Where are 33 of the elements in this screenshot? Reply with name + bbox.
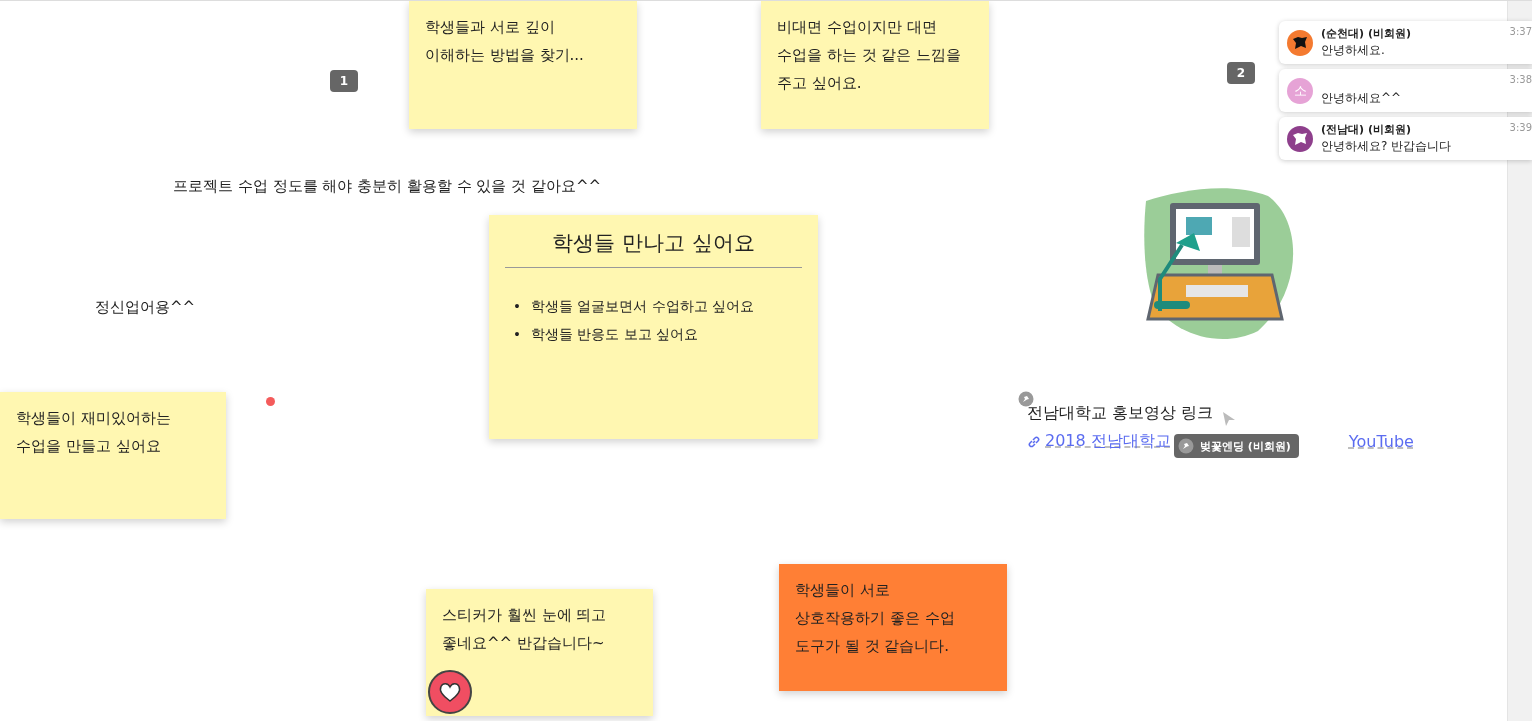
section-number: 2 xyxy=(1227,62,1255,84)
canvas-text: 프로젝트 수업 정도를 해야 충분히 활용할 수 있을 것 같아요^^ xyxy=(173,177,602,196)
link-icon xyxy=(1027,434,1041,449)
sticky-note[interactable]: 학생들이 재미있어하는 수업을 만들고 싶어요 xyxy=(0,392,226,519)
pin-icon xyxy=(1018,391,1034,407)
sticky-note[interactable]: 스티커가 훨씬 눈에 띄고 좋네요^^ 반갑습니다~ xyxy=(426,589,653,716)
message-time: 3:37 xyxy=(1509,26,1532,37)
sender-name: (전남대) (비회원) xyxy=(1321,122,1411,136)
sticky-note[interactable]: 학생들과 서로 깊이 이해하는 방법을 찾기... xyxy=(409,1,637,129)
message-time: 3:39 xyxy=(1509,122,1532,133)
sticky-note-card[interactable]: 학생들 만나고 싶어요 • 학생들 얼굴보면서 수업하고 싶어요 • 학생들 반응도 보고 싶어요 xyxy=(489,215,818,439)
user-name: 벚꽃엔딩 (비회원) xyxy=(1200,438,1291,454)
message-text: 안녕하세요. xyxy=(1321,42,1385,59)
video-link[interactable]: 2018 전남대학교 xyxy=(1045,431,1171,452)
pin-icon xyxy=(1178,438,1194,454)
cursor-arrow-icon xyxy=(1222,411,1236,427)
sticky-note[interactable]: 학생들이 서로 상호작용하기 좋은 수업 도구가 될 것 같습니다. xyxy=(779,564,1007,691)
avatar: 소 xyxy=(1287,77,1313,104)
pointer-dot xyxy=(266,397,275,406)
note-title: 학생들 만나고 싶어요 xyxy=(551,230,756,257)
heart-icon xyxy=(438,681,462,703)
message-text: 안녕하세요^^ xyxy=(1321,90,1402,107)
message-text: 안녕하세요? 반갑습니다 xyxy=(1321,138,1452,155)
video-link[interactable]: YouTube xyxy=(1348,432,1414,451)
section-number: 1 xyxy=(330,70,358,92)
sender-name: (순천대) (비회원) xyxy=(1321,26,1411,40)
link-card-title: 전남대학교 홍보영상 링크 xyxy=(1027,403,1214,424)
like-button[interactable] xyxy=(428,670,472,714)
message-time: 3:38 xyxy=(1509,74,1532,85)
canvas-text: 정신업어용^^ xyxy=(95,298,196,317)
bullet-item: • 학생들 얼굴보면서 수업하고 싶어요 xyxy=(513,297,755,316)
bullet-item: • 학생들 반응도 보고 싶어요 xyxy=(513,325,699,344)
sticky-note[interactable]: 비대면 수업이지만 대면 수업을 하는 것 같은 느낌을 주고 싶어요. xyxy=(761,1,989,129)
